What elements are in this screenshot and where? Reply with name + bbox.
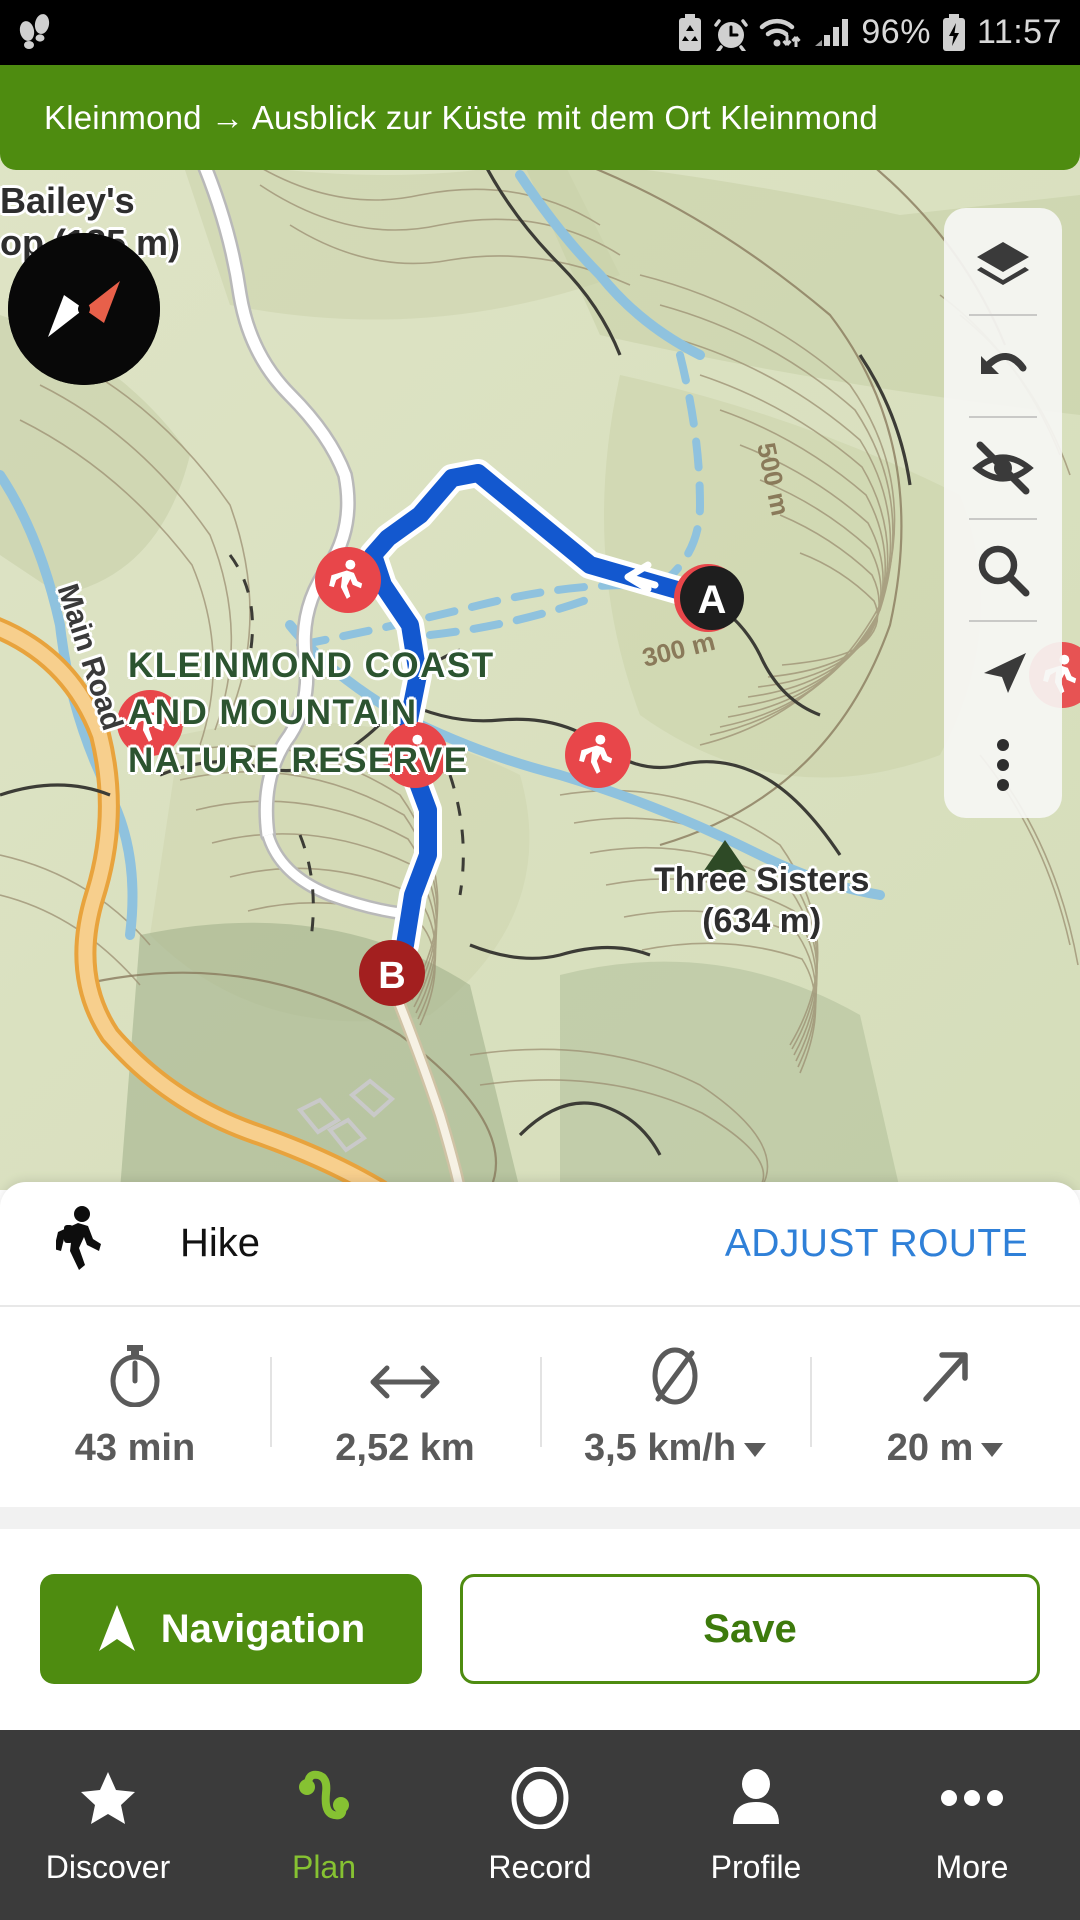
stopwatch-icon <box>106 1344 164 1407</box>
stat-duration-value: 43 min <box>74 1426 196 1469</box>
alarm-icon <box>714 15 749 51</box>
save-button[interactable]: Save <box>460 1574 1040 1684</box>
search-icon[interactable] <box>944 520 1062 620</box>
average-speed-icon <box>646 1345 704 1407</box>
nav-item-record[interactable]: Record <box>432 1730 648 1920</box>
nav-item-more[interactable]: More <box>864 1730 1080 1920</box>
action-buttons-row: Navigation Save <box>0 1529 1080 1729</box>
person-icon <box>728 1765 784 1831</box>
activity-label: Hike <box>180 1221 261 1265</box>
battery-saver-icon <box>677 13 703 52</box>
footprints-icon <box>18 13 52 53</box>
locate-icon[interactable] <box>944 622 1062 722</box>
charging-battery-icon <box>942 13 966 52</box>
route-stats-row: 43 min 2,52 km 3,5 km/h 20 m <box>0 1307 1080 1507</box>
star-icon <box>79 1765 137 1831</box>
stat-ascent-value: 20 m <box>887 1427 1004 1470</box>
navigation-arrow-icon <box>97 1603 137 1655</box>
svg-text:B: B <box>378 955 405 997</box>
chevron-down-icon[interactable] <box>744 1443 767 1457</box>
layers-icon[interactable] <box>944 214 1062 314</box>
stat-distance-value: 2,52 km <box>335 1426 475 1469</box>
battery-percent: 96% <box>861 13 931 51</box>
compass-icon[interactable] <box>8 233 160 385</box>
signal-icon <box>814 16 850 50</box>
record-circle-icon <box>509 1765 571 1831</box>
undo-icon[interactable] <box>944 316 1062 416</box>
page-title: Kleinmond → Ausblick zur Küste mit dem O… <box>44 98 878 136</box>
ascent-arrow-icon <box>916 1345 974 1407</box>
marker-b: B <box>359 940 425 1006</box>
distance-arrow-icon <box>369 1345 441 1407</box>
more-horizontal-icon <box>940 1765 1004 1831</box>
eye-off-icon[interactable] <box>944 418 1062 518</box>
hiker-icon <box>52 1205 118 1283</box>
activity-row: Hike ADJUST ROUTE <box>0 1182 1080 1307</box>
status-bar-clock: 11:57 <box>976 13 1062 51</box>
navigation-button-label: Navigation <box>160 1606 366 1651</box>
wifi-icon <box>759 15 803 51</box>
navigation-button[interactable]: Navigation <box>40 1574 422 1684</box>
nav-label-more: More <box>935 1848 1009 1885</box>
nav-item-plan[interactable]: Plan <box>216 1730 432 1920</box>
sheet-divider <box>0 1507 1080 1529</box>
route-info-sheet: Hike ADJUST ROUTE 43 min 2,52 km 3,5 km/… <box>0 1182 1080 1730</box>
map-canvas[interactable]: A B 500 m 300 m Bailey's op (185 m) Main… <box>0 155 1080 1190</box>
status-bar: 96% 11:57 <box>0 0 1080 65</box>
route-header: Kleinmond → Ausblick zur Küste mit dem O… <box>0 65 1080 170</box>
nav-label-record: Record <box>488 1848 592 1885</box>
bottom-navigation-bar: Discover Plan Record Profile More <box>0 1730 1080 1920</box>
nav-item-discover[interactable]: Discover <box>0 1730 216 1920</box>
stat-distance: 2,52 km <box>270 1345 540 1470</box>
status-bar-left <box>18 13 52 53</box>
nav-label-plan: Plan <box>291 1848 357 1885</box>
route-icon <box>296 1765 352 1831</box>
adjust-route-button[interactable]: ADJUST ROUTE <box>725 1222 1028 1266</box>
svg-text:A: A <box>698 578 727 622</box>
chevron-down-icon[interactable] <box>981 1443 1004 1457</box>
nav-label-discover: Discover <box>45 1848 171 1885</box>
more-vertical-icon[interactable] <box>944 722 1062 808</box>
nav-item-profile[interactable]: Profile <box>648 1730 864 1920</box>
stat-ascent[interactable]: 20 m <box>810 1345 1080 1470</box>
status-bar-right: 96% 11:57 <box>677 13 1062 52</box>
stat-speed-value: 3,5 km/h <box>584 1427 767 1470</box>
nav-label-profile: Profile <box>710 1848 802 1885</box>
save-button-label: Save <box>703 1606 797 1651</box>
stat-speed[interactable]: 3,5 km/h <box>540 1345 810 1470</box>
map-graphics: A B 500 m 300 m <box>0 155 1080 1190</box>
stat-duration: 43 min <box>0 1344 270 1470</box>
map-controls-panel <box>944 208 1062 818</box>
